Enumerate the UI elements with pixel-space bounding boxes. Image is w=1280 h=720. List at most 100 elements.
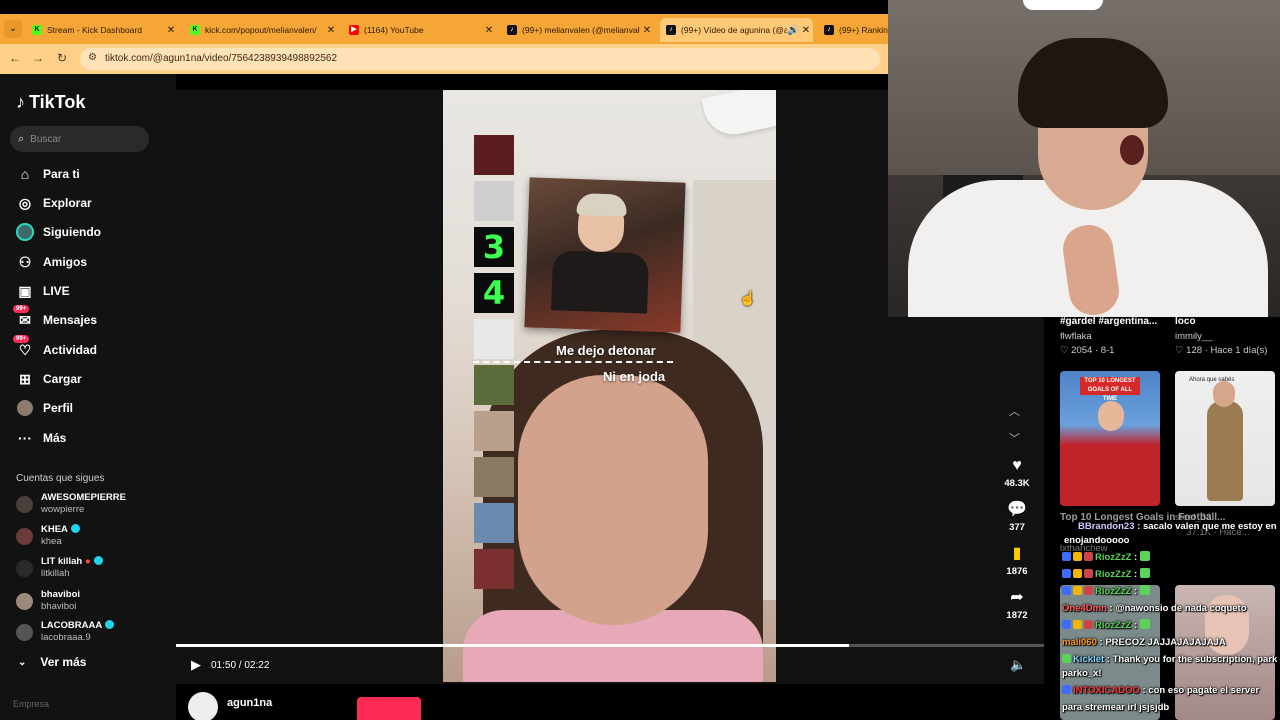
following-header: Cuentas que sigues bbox=[16, 473, 105, 484]
tab-tiktok-melianvalen[interactable]: ♪ (99+) melianvalen (@melianvale ✕ bbox=[501, 18, 654, 42]
chat-message: One4Dmn : @nawonsio de nada coqueto bbox=[1062, 603, 1247, 614]
nav-amigos[interactable]: ⚇ Amigos bbox=[16, 252, 87, 272]
badge-icon bbox=[1084, 569, 1093, 578]
nav-mensajes[interactable]: ✉ 99+ Mensajes bbox=[13, 305, 97, 330]
rec-author[interactable]: flwflaka bbox=[1060, 331, 1092, 342]
kick-icon: K bbox=[32, 25, 42, 35]
emote-icon bbox=[1140, 585, 1151, 595]
chat-user: RiozZzZ bbox=[1095, 586, 1132, 597]
badge-count: 99+ bbox=[13, 335, 30, 343]
nav-perfil[interactable]: Perfil bbox=[16, 398, 73, 418]
close-icon[interactable]: ✕ bbox=[164, 25, 178, 36]
flame-icon: ● bbox=[84, 556, 91, 567]
rec-caption[interactable]: loco bbox=[1175, 316, 1196, 327]
webcam-overlay bbox=[888, 0, 1280, 317]
tab-search-dropdown-icon[interactable]: ⌄ bbox=[4, 20, 22, 38]
footer-empresa[interactable]: Empresa bbox=[13, 699, 49, 709]
comment-button[interactable]: 💬 377 bbox=[998, 500, 1036, 533]
ranking-thumb-7 bbox=[474, 411, 514, 451]
following-name: KHEA bbox=[41, 524, 68, 535]
rec-author[interactable]: immily__ bbox=[1175, 331, 1212, 342]
tab-youtube[interactable]: ▶ (1164) YouTube ✕ bbox=[343, 18, 496, 42]
caption-divider bbox=[473, 361, 673, 363]
play-icon[interactable]: ▶ bbox=[191, 657, 201, 673]
top-strip bbox=[0, 0, 888, 14]
volume-icon[interactable]: 🔈 bbox=[1010, 657, 1026, 673]
chat-user: mali060 bbox=[1062, 637, 1097, 648]
card-person-body bbox=[1207, 401, 1243, 501]
chat-text: PRECOZ JAJJAJAJAJAJA bbox=[1105, 637, 1226, 648]
author-avatar[interactable] bbox=[188, 692, 218, 720]
following-username: lacobraaa.9 bbox=[41, 632, 91, 643]
nav-label: Siguiendo bbox=[43, 225, 101, 239]
air-conditioner bbox=[701, 90, 776, 140]
share-icon: ➦ bbox=[1010, 589, 1024, 606]
following-item[interactable]: AWESOMEPIERRE wowpierre bbox=[16, 490, 126, 518]
badge-icon bbox=[1073, 620, 1082, 629]
video-frame[interactable]: 3 4 Me dejo detonar Ni en joda bbox=[443, 90, 776, 682]
reload-icon[interactable]: ↻ bbox=[54, 50, 70, 66]
badge-count: 99+ bbox=[13, 305, 30, 313]
ranking-number: 3 bbox=[474, 227, 514, 267]
close-icon[interactable]: ✕ bbox=[324, 25, 338, 36]
nav-live[interactable]: ▣ LIVE bbox=[16, 281, 69, 301]
search-box[interactable]: ⌕ bbox=[10, 126, 149, 152]
close-icon[interactable]: ✕ bbox=[482, 25, 496, 36]
badge-icon bbox=[1073, 569, 1082, 578]
tab-label: (99+) melianvalen (@melianvale bbox=[522, 25, 640, 35]
video-progress-bar[interactable] bbox=[176, 644, 1044, 647]
chat-message: RiozZzZ : bbox=[1062, 583, 1277, 600]
rec-caption[interactable]: #gardel #argentina... bbox=[1060, 316, 1157, 327]
following-item[interactable]: bhaviboi bhaviboi bbox=[16, 587, 80, 615]
ranking-thumb-6 bbox=[474, 365, 514, 405]
nav-para-ti[interactable]: ⌂ Para ti bbox=[16, 164, 80, 184]
chat-user: INTOXICADOO bbox=[1073, 685, 1140, 696]
search-input[interactable] bbox=[30, 133, 131, 145]
nav-cargar[interactable]: ⊞ Cargar bbox=[16, 369, 82, 389]
chevron-up-icon[interactable]: ︿ bbox=[1009, 403, 1020, 419]
tab-label: (99+) Ranking bbox=[839, 25, 888, 35]
tiktok-logo[interactable]: ♪ TikTok bbox=[16, 92, 85, 113]
badge-icon bbox=[1062, 569, 1071, 578]
nav-explorar[interactable]: ◎ Explorar bbox=[16, 193, 92, 213]
see-more-button[interactable]: ⌄ Ver más bbox=[18, 655, 86, 669]
close-icon[interactable]: ✕ bbox=[799, 25, 813, 36]
tab-kick-dashboard[interactable]: K Stream - Kick Dashboard ✕ bbox=[26, 18, 178, 42]
nav-actividad[interactable]: ♡ 99+ Actividad bbox=[13, 335, 97, 360]
back-icon[interactable]: ← bbox=[7, 50, 23, 66]
chat-user: RiozZzZ bbox=[1095, 569, 1132, 580]
speaker-icon[interactable]: 🔊 bbox=[787, 25, 799, 36]
rec-video-card[interactable]: TOP 10 LONGEST GOALS OF ALL TIME bbox=[1060, 371, 1160, 506]
rec-meta-text: 128 · Hace 1 día(s) bbox=[1186, 345, 1268, 356]
chat-message: RiozZzZ : bbox=[1062, 617, 1277, 634]
like-button[interactable]: ♥ 48.3K bbox=[998, 456, 1036, 489]
nav-siguiendo[interactable]: Siguiendo bbox=[16, 222, 101, 242]
save-button[interactable]: ▮ 1876 bbox=[998, 544, 1036, 577]
nav-label: Amigos bbox=[43, 255, 88, 269]
tab-kick-popout[interactable]: K kick.com/popout/melianvalen/ ✕ bbox=[184, 18, 338, 42]
friends-icon: ⚇ bbox=[18, 253, 32, 270]
chevron-down-icon: ⌄ bbox=[18, 656, 27, 668]
follow-button[interactable] bbox=[357, 697, 421, 720]
badge-icon bbox=[1062, 552, 1071, 561]
following-item[interactable]: LACOBRAAA lacobraaa.9 bbox=[16, 618, 115, 646]
badge-icon bbox=[1062, 620, 1071, 629]
chat-message: mali060 : PRECOZ JAJJAJAJAJAJA bbox=[1062, 637, 1226, 648]
share-button[interactable]: ➦ 1872 bbox=[998, 588, 1036, 621]
tab-label: kick.com/popout/melianvalen/ bbox=[205, 25, 317, 35]
ranking-thumb-1 bbox=[474, 135, 514, 175]
following-item[interactable]: LIT killah ● litkillah bbox=[16, 554, 103, 582]
tab-label: (99+) Vídeo de agunina (@a bbox=[681, 25, 787, 35]
following-username: wowpierre bbox=[41, 504, 85, 515]
nav-label: Para ti bbox=[43, 167, 80, 181]
site-info-icon[interactable]: ⚙ bbox=[88, 52, 102, 66]
rec-video-card[interactable]: Ahora que sabés bbox=[1175, 371, 1275, 506]
tab-tiktok-ranking[interactable]: ♪ (99+) Ranking bbox=[818, 18, 888, 42]
close-icon[interactable]: ✕ bbox=[640, 25, 654, 36]
author-name[interactable]: agun1na bbox=[227, 697, 272, 709]
following-item[interactable]: KHEA khea bbox=[16, 522, 80, 550]
tab-tiktok-video-active[interactable]: ♪ (99+) Vídeo de agunina (@a 🔊 ✕ bbox=[660, 18, 813, 42]
forward-icon[interactable]: → bbox=[30, 50, 46, 66]
nav-mas[interactable]: ··· Más bbox=[16, 428, 66, 448]
chevron-down-icon[interactable]: ﹀ bbox=[1009, 430, 1020, 446]
